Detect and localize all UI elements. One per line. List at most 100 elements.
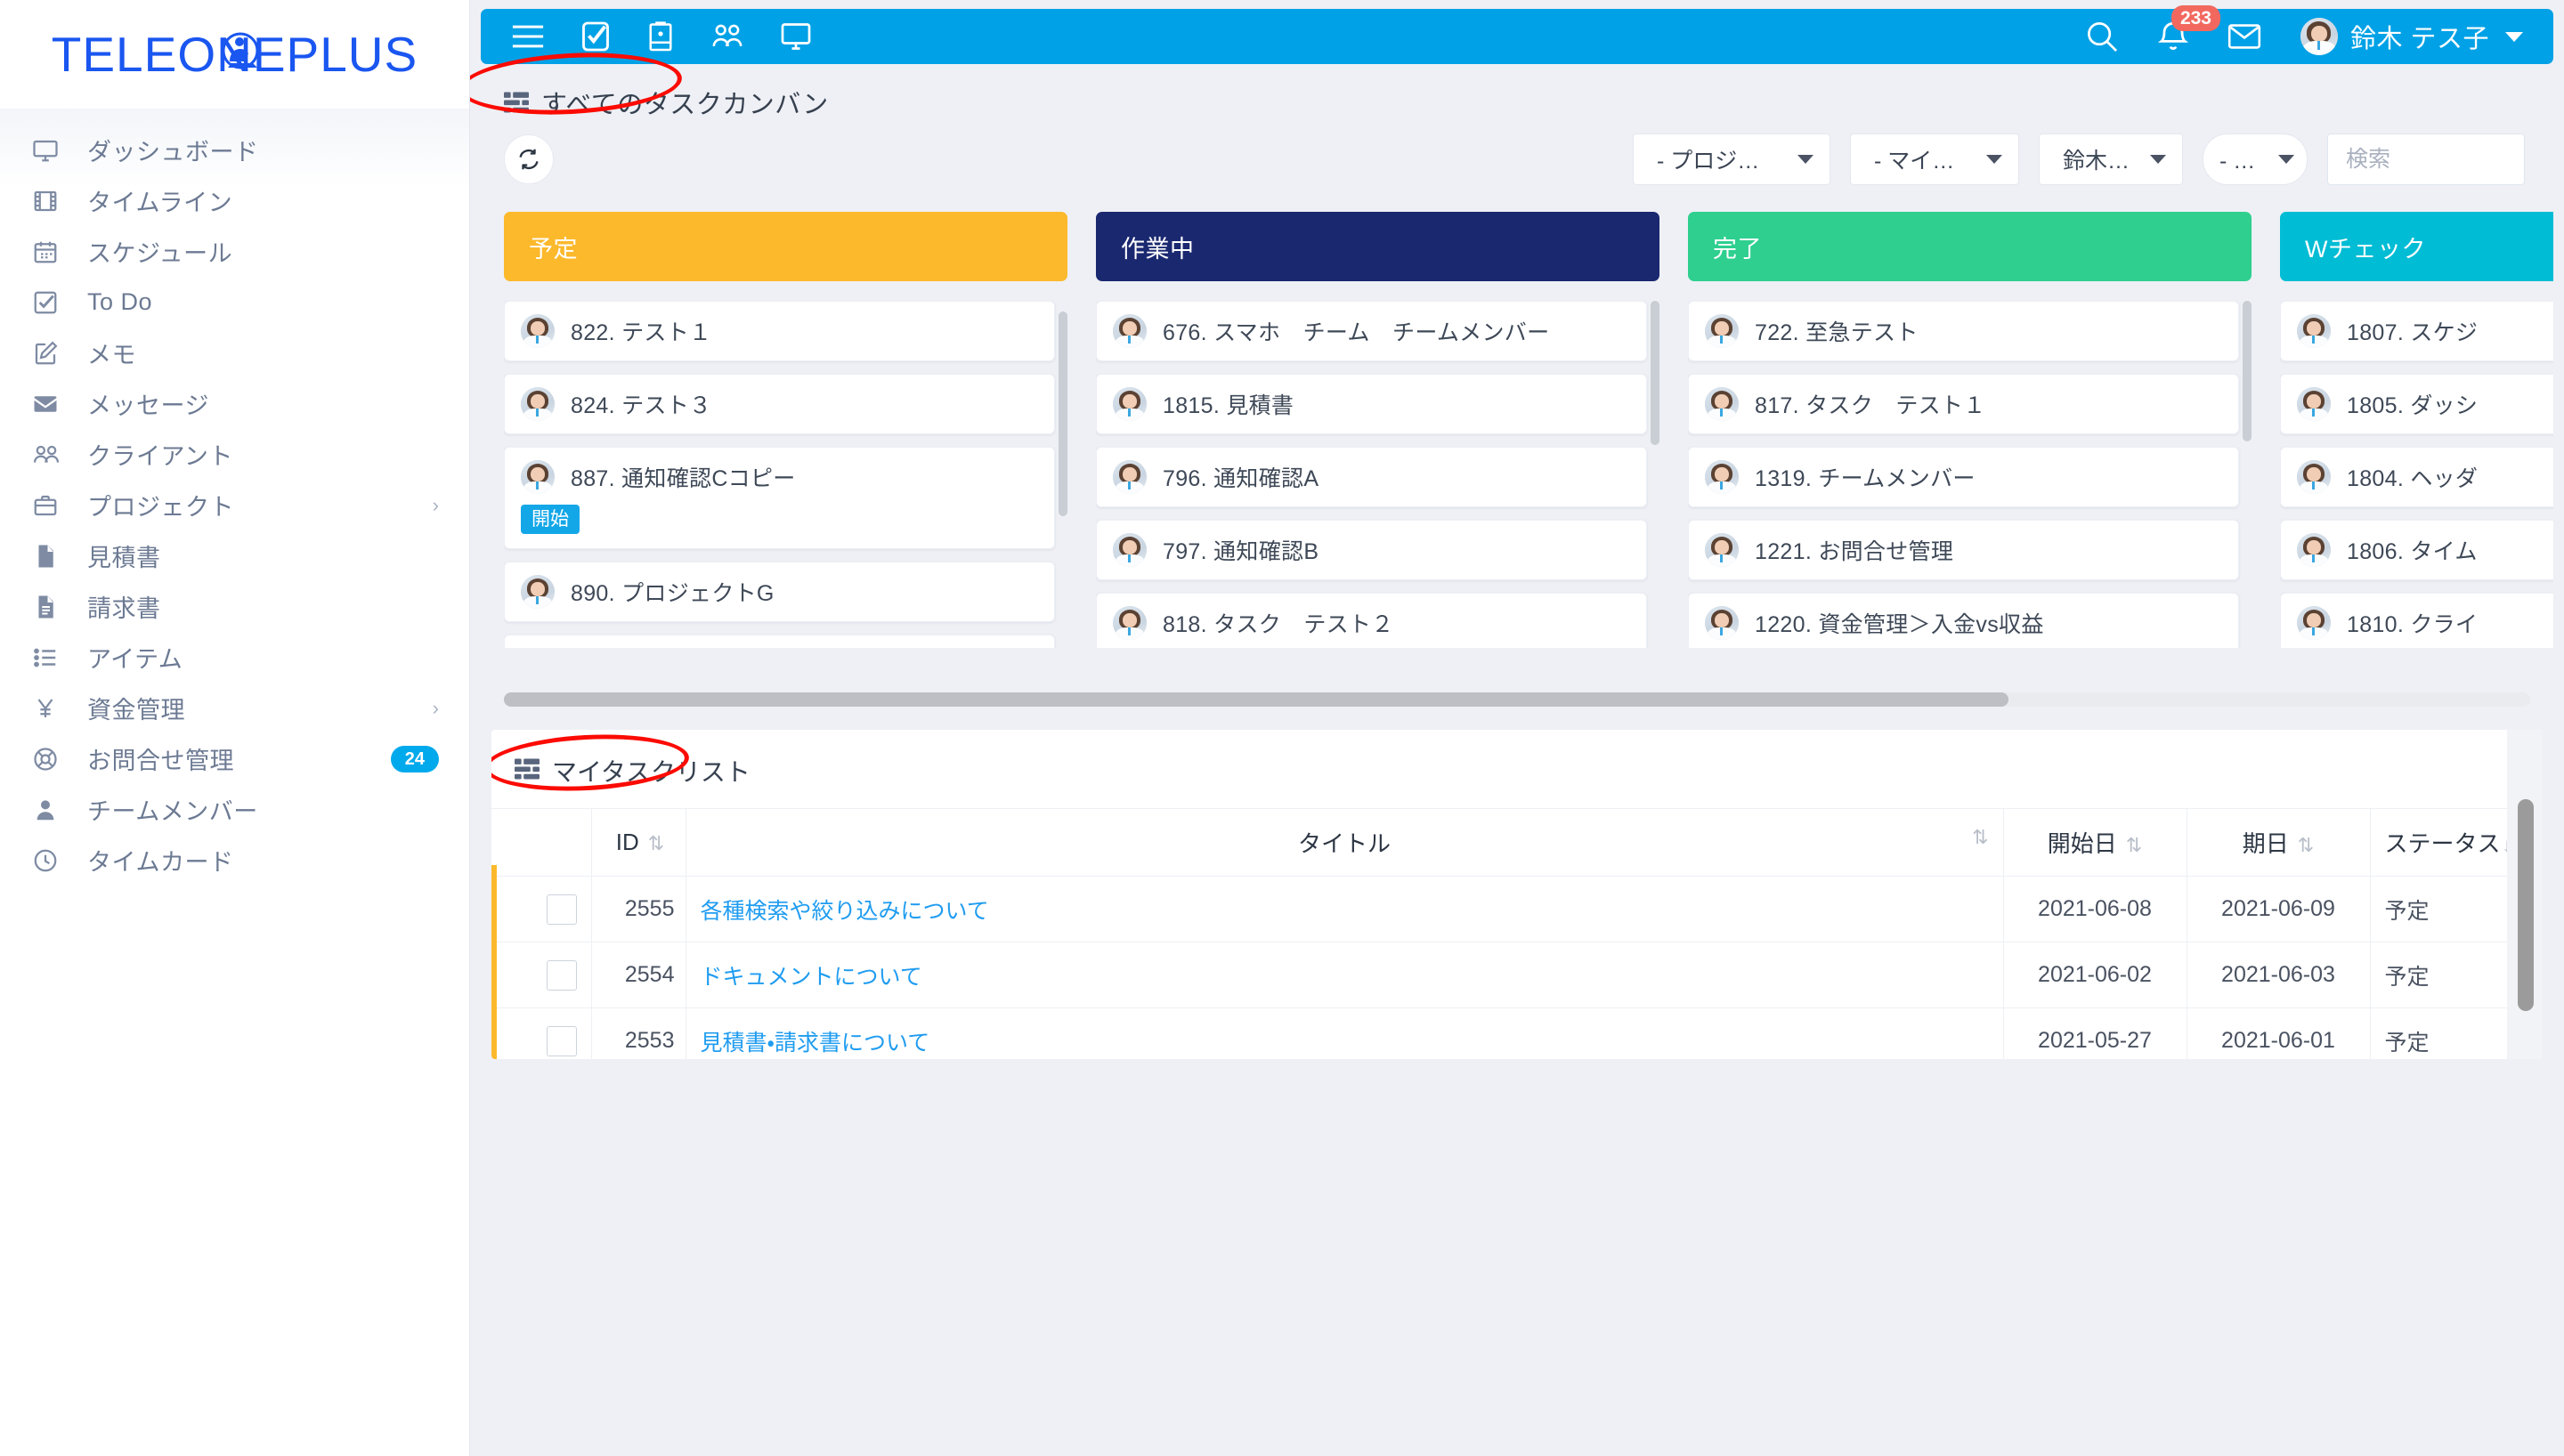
sort-icon[interactable]: ⇅: [2298, 834, 2314, 856]
sidebar-item-message[interactable]: メッセージ: [0, 378, 469, 429]
kanban-card-title: 見積書: [1226, 393, 1294, 418]
kanban-card-title: スマホ チーム チームメンバー: [1213, 320, 1550, 345]
envelope-icon[interactable]: [2227, 22, 2261, 51]
table-row[interactable]: 2554 ドキュメントについて 2021-06-02 2021-06-03 予定: [491, 942, 2543, 1008]
avatar: [1113, 314, 1147, 348]
kanban-card[interactable]: 1319. チームメンバー: [1688, 447, 2239, 507]
kanban-card[interactable]: 887. 通知確認Cコピー 開始: [504, 447, 1055, 549]
sort-icon[interactable]: ⇅: [648, 832, 664, 854]
duedate-filter-select[interactable]: - 期日 -: [2203, 133, 2308, 185]
kanban-card[interactable]: 949. FF1: [504, 635, 1055, 648]
kanban-column-header[interactable]: Wチェック: [2280, 212, 2553, 281]
kanban-column-scrollbar[interactable]: [1651, 301, 1659, 445]
kanban-card[interactable]: 817. タスク テスト１: [1688, 374, 2239, 434]
column-header-start-date[interactable]: 開始日 ⇅: [2002, 808, 2187, 877]
kanban-card-id: 1815: [1163, 393, 1213, 418]
sidebar-item-fund[interactable]: 資金管理 ›: [0, 683, 469, 733]
row-checkbox-cell[interactable]: [491, 942, 591, 1008]
assignee-filter-select[interactable]: 鈴木 テス子: [2039, 133, 2183, 185]
kanban-column-scrollbar[interactable]: [1059, 311, 1067, 516]
column-header-title[interactable]: タイトル ⇅: [685, 808, 2003, 877]
sidebar-item-invoice[interactable]: 請求書: [0, 581, 469, 632]
sidebar-item-schedule[interactable]: スケジュール: [0, 226, 469, 277]
row-start-date: 2021-05-27: [2002, 1007, 2187, 1059]
project-filter-select[interactable]: - プロジェクト -: [1633, 133, 1830, 185]
row-due-date: 2021-06-01: [2186, 1007, 2370, 1059]
user-menu[interactable]: 鈴木 テス子: [2300, 18, 2523, 55]
avatar: [1705, 533, 1739, 567]
row-checkbox[interactable]: [546, 959, 577, 991]
kanban-column-scrollbar[interactable]: [2243, 301, 2252, 441]
kanban-card[interactable]: 822. テスト１: [504, 301, 1055, 361]
row-title-link[interactable]: ドキュメントについて: [701, 965, 922, 990]
sort-icon[interactable]: ⇅: [2126, 834, 2142, 856]
kanban-horizontal-scrollbar-track[interactable]: [504, 692, 2530, 707]
kanban-section-header: すべてのタスクカンバン: [470, 47, 2553, 121]
sidebar-item-client[interactable]: クライアント: [0, 429, 469, 480]
file-lines-icon: [32, 594, 68, 620]
kanban-card[interactable]: 1815. 見積書: [1096, 374, 1647, 434]
sidebar-item-support[interactable]: お問合せ管理 24: [0, 733, 469, 784]
sidebar-item-timecard[interactable]: タイムカード: [0, 835, 469, 886]
row-checkbox[interactable]: [546, 894, 577, 925]
hamburger-menu-icon[interactable]: [511, 24, 545, 49]
kanban-card[interactable]: 1807. スケジ: [2280, 301, 2553, 361]
kanban-card[interactable]: 1805. ダッシ: [2280, 374, 2553, 434]
kanban-card[interactable]: 722. 至急テスト: [1688, 301, 2239, 361]
row-checkbox-cell[interactable]: [491, 1007, 591, 1059]
kanban-card-id: 1220: [1755, 612, 1805, 637]
kanban-card[interactable]: 824. テスト３: [504, 374, 1055, 434]
sidebar-item-todo[interactable]: To Do: [0, 277, 469, 328]
row-title-cell[interactable]: ドキュメントについて: [685, 942, 2003, 1008]
sidebar-item-dashboard[interactable]: ダッシュボード: [0, 125, 469, 175]
row-title-link[interactable]: 見積書・請求書について: [701, 1031, 930, 1056]
kanban-card[interactable]: 676. スマホ チーム チームメンバー: [1096, 301, 1647, 361]
task-check-icon[interactable]: [580, 20, 611, 53]
sidebar-item-memo[interactable]: メモ: [0, 328, 469, 378]
clipboard-icon[interactable]: [646, 20, 675, 53]
sidebar-item-team-member[interactable]: チームメンバー: [0, 784, 469, 835]
kanban-card[interactable]: 1220. 資金管理＞入金vs収益: [1688, 593, 2239, 648]
table-row[interactable]: 2555 各種検索や絞り込みについて 2021-06-08 2021-06-09…: [491, 876, 2543, 942]
kanban-column-header[interactable]: 予定: [504, 212, 1067, 281]
search-box[interactable]: [2327, 133, 2564, 185]
kanban-card[interactable]: 797. 通知確認B: [1096, 520, 1647, 580]
board-icon: [515, 757, 540, 785]
kanban-horizontal-scrollbar-thumb[interactable]: [504, 692, 2008, 707]
row-checkbox-cell[interactable]: [491, 876, 591, 942]
bell-icon[interactable]: 233: [2157, 5, 2220, 53]
row-title-cell[interactable]: 各種検索や絞り込みについて: [685, 876, 2003, 942]
sidebar-badge-support: 24: [390, 745, 439, 772]
kanban-card[interactable]: 890. プロジェクトG: [504, 562, 1055, 622]
row-checkbox[interactable]: [546, 1025, 577, 1056]
monitor-icon[interactable]: [780, 21, 812, 52]
kanban-card[interactable]: 1221. お問合せ管理: [1688, 520, 2239, 580]
table-row[interactable]: 2553 見積書・請求書について 2021-05-27 2021-06-01 予…: [491, 1007, 2543, 1059]
avatar: [521, 575, 555, 609]
column-header-due-date[interactable]: 期日 ⇅: [2186, 808, 2370, 877]
kanban-column-inprogress: 作業中 676. スマホ チーム チームメンバー 1815. 見積書 796. …: [1096, 212, 1659, 648]
sidebar-item-project[interactable]: プロジェクト ›: [0, 480, 469, 530]
refresh-button[interactable]: [504, 134, 554, 184]
search-input[interactable]: [2346, 146, 2564, 173]
kanban-column-header[interactable]: 作業中: [1096, 212, 1659, 281]
mytask-scrollbar-thumb[interactable]: [2518, 799, 2534, 1011]
sidebar-item-label: 請求書: [87, 595, 161, 622]
team-icon[interactable]: [710, 22, 744, 51]
sort-icon[interactable]: ⇅: [1972, 826, 1988, 849]
kanban-column-header[interactable]: 完了: [1688, 212, 2252, 281]
milestone-filter-select[interactable]: - マイルストー…: [1850, 133, 2019, 185]
search-icon[interactable]: [2085, 20, 2119, 53]
brand-logo[interactable]: TELEONEPLUS: [0, 0, 469, 109]
kanban-card[interactable]: 1804. ヘッダ: [2280, 447, 2553, 507]
sidebar-item-timeline[interactable]: タイムライン: [0, 175, 469, 226]
kanban-card[interactable]: 1810. クライ: [2280, 593, 2553, 648]
column-header-id[interactable]: ID ⇅: [590, 808, 686, 877]
kanban-card[interactable]: 1806. タイム: [2280, 520, 2553, 580]
kanban-card[interactable]: 796. 通知確認A: [1096, 447, 1647, 507]
sidebar-item-item[interactable]: アイテム: [0, 632, 469, 683]
row-title-cell[interactable]: 見積書・請求書について: [685, 1007, 2003, 1059]
kanban-card[interactable]: 818. タスク テスト２: [1096, 593, 1647, 648]
row-title-link[interactable]: 各種検索や絞り込みについて: [701, 899, 989, 924]
sidebar-item-quote[interactable]: 見積書: [0, 530, 469, 581]
